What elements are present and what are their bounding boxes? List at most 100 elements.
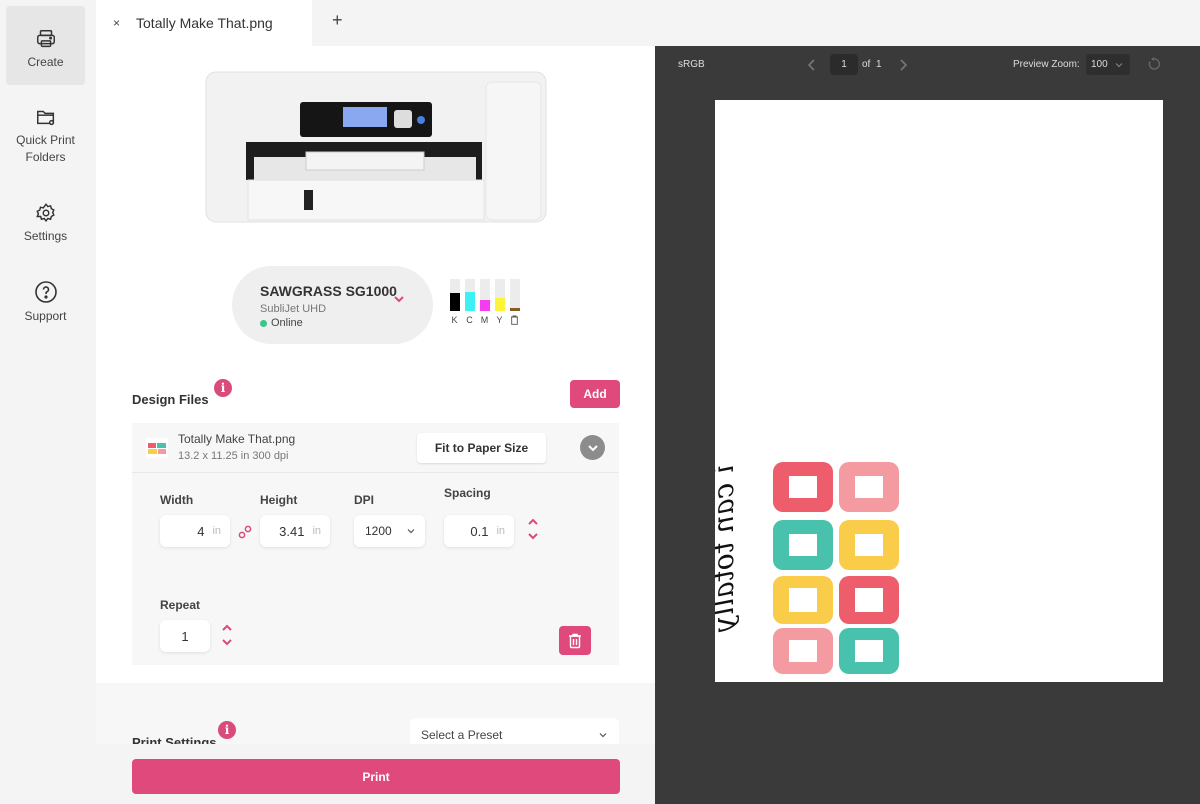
- chevron-right-icon[interactable]: [898, 58, 908, 72]
- gear-icon: [35, 203, 55, 222]
- ink-levels: KCMY: [449, 279, 520, 327]
- ink-fill: [449, 293, 460, 311]
- sidebar-item-quick-print-folders[interactable]: Quick Print Folders: [6, 106, 85, 166]
- link-aspect-icon[interactable]: [238, 525, 252, 539]
- print-preview: sRGB 1 of 1 Preview Zoom: 100 i can tota…: [655, 46, 1200, 804]
- page-input[interactable]: 1: [830, 54, 858, 75]
- printer-icon: [36, 30, 55, 48]
- sidebar-item-label: Create: [27, 55, 64, 69]
- ink-bar: [449, 279, 460, 311]
- design-files-title: Design Files: [132, 392, 209, 407]
- design-file-card: Totally Make That.png 13.2 x 11.25 in 30…: [132, 423, 619, 665]
- repeat-stepper[interactable]: [221, 623, 233, 647]
- design-big-text: [773, 462, 899, 674]
- printer-selector[interactable]: SAWGRASS SG1000 SubliJet UHD Online: [232, 266, 433, 344]
- ink-label: C: [466, 315, 473, 325]
- sidebar-item-label: Support: [24, 309, 67, 323]
- sidebar-item-support[interactable]: Support: [6, 280, 85, 325]
- height-label: Height: [260, 493, 298, 507]
- close-tab-icon[interactable]: ×: [113, 16, 120, 30]
- add-file-button[interactable]: Add: [570, 380, 620, 408]
- dpi-value: 1200: [365, 524, 392, 538]
- width-value: 4: [197, 523, 205, 539]
- printer-status: Online: [260, 317, 303, 329]
- waste-bin-icon: [510, 315, 519, 327]
- design-script-text: i can totally: [715, 465, 740, 633]
- delete-file-button[interactable]: [559, 626, 591, 655]
- height-input[interactable]: 3.41 in: [260, 515, 330, 547]
- status-dot: [260, 319, 267, 327]
- ink-bar: [494, 279, 505, 311]
- print-button[interactable]: Print: [132, 759, 620, 794]
- ink-level-k: K: [449, 279, 460, 327]
- fit-to-paper-button[interactable]: Fit to Paper Size: [417, 433, 546, 463]
- ink-level-m: M: [479, 279, 490, 327]
- repeat-value: 1: [181, 628, 189, 644]
- help-circle-icon: [34, 281, 57, 303]
- ink-level-c: C: [464, 279, 475, 327]
- add-tab-button[interactable]: +: [332, 10, 343, 31]
- repeat-label: Repeat: [160, 598, 201, 612]
- print-bar: Print: [96, 744, 655, 804]
- chevron-down-icon: [1115, 63, 1123, 68]
- dpi-select[interactable]: 1200: [354, 515, 425, 547]
- color-profile: sRGB: [678, 59, 705, 70]
- chevron-up-icon[interactable]: [221, 623, 233, 632]
- info-icon[interactable]: i: [214, 379, 232, 397]
- tab-file[interactable]: × Totally Make That.png: [96, 0, 312, 46]
- ink-fill: [479, 299, 490, 311]
- ink-bar: [509, 279, 520, 311]
- ink-level-waste: [509, 279, 520, 327]
- ink-level-y: Y: [494, 279, 505, 327]
- trash-icon: [569, 633, 581, 648]
- reset-icon[interactable]: [1147, 57, 1161, 71]
- file-header: Totally Make That.png 13.2 x 11.25 in 30…: [132, 423, 619, 473]
- width-label: Width: [160, 493, 194, 507]
- ink-bar: [464, 279, 475, 311]
- width-input[interactable]: 4 in: [160, 515, 230, 547]
- chevron-left-icon[interactable]: [807, 58, 817, 72]
- unit-label: in: [496, 525, 505, 537]
- tab-label: Totally Make That.png: [136, 15, 273, 31]
- sidebar-item-create[interactable]: Create: [6, 6, 85, 85]
- info-icon[interactable]: i: [218, 721, 236, 739]
- file-thumbnail: [146, 438, 168, 458]
- zoom-select[interactable]: 100: [1086, 54, 1130, 75]
- ink-fill: [509, 307, 520, 311]
- height-value: 3.41: [279, 523, 305, 539]
- file-meta: 13.2 x 11.25 in 300 dpi: [178, 450, 289, 462]
- zoom-value: 100: [1091, 59, 1108, 70]
- file-name: Totally Make That.png: [178, 432, 296, 446]
- preview-zoom-label: Preview Zoom:: [1013, 59, 1080, 70]
- spacing-value: 0.1: [470, 523, 489, 539]
- sidebar-item-label: Quick Print Folders: [16, 133, 75, 164]
- spacing-stepper[interactable]: [527, 517, 539, 541]
- tab-bar: × Totally Make That.png +: [96, 0, 1200, 46]
- preset-placeholder: Select a Preset: [421, 728, 503, 742]
- create-panel: SAWGRASS SG1000 SubliJet UHD Online KCMY…: [96, 46, 655, 804]
- chevron-down-icon: [587, 444, 598, 451]
- ink-label: K: [451, 315, 458, 325]
- ink-label: Y: [496, 315, 503, 325]
- sidebar-item-settings[interactable]: Settings: [6, 202, 85, 245]
- chevron-down-icon[interactable]: [527, 532, 539, 541]
- preview-toolbar: sRGB 1 of 1 Preview Zoom: 100: [655, 46, 1200, 84]
- printer-name: SAWGRASS SG1000: [260, 283, 397, 299]
- of-label: of: [862, 59, 871, 70]
- printer-image: [205, 71, 547, 223]
- ink-fill: [464, 291, 475, 311]
- sidebar: Create Quick Print Folders Settings Supp…: [0, 0, 96, 804]
- repeat-input[interactable]: 1: [160, 620, 210, 652]
- ink-fill: [494, 298, 505, 311]
- printer-status-label: Online: [271, 317, 303, 329]
- collapse-file-button[interactable]: [580, 435, 605, 460]
- unit-label: in: [312, 525, 321, 537]
- chevron-up-icon[interactable]: [527, 517, 539, 526]
- total-pages: 1: [876, 59, 882, 70]
- chevron-down-icon: [407, 529, 415, 534]
- unit-label: in: [212, 525, 221, 537]
- chevron-down-icon[interactable]: [221, 638, 233, 647]
- ink-bar: [479, 279, 490, 311]
- spacing-input[interactable]: 0.1 in: [444, 515, 514, 547]
- folder-icon: [36, 110, 54, 126]
